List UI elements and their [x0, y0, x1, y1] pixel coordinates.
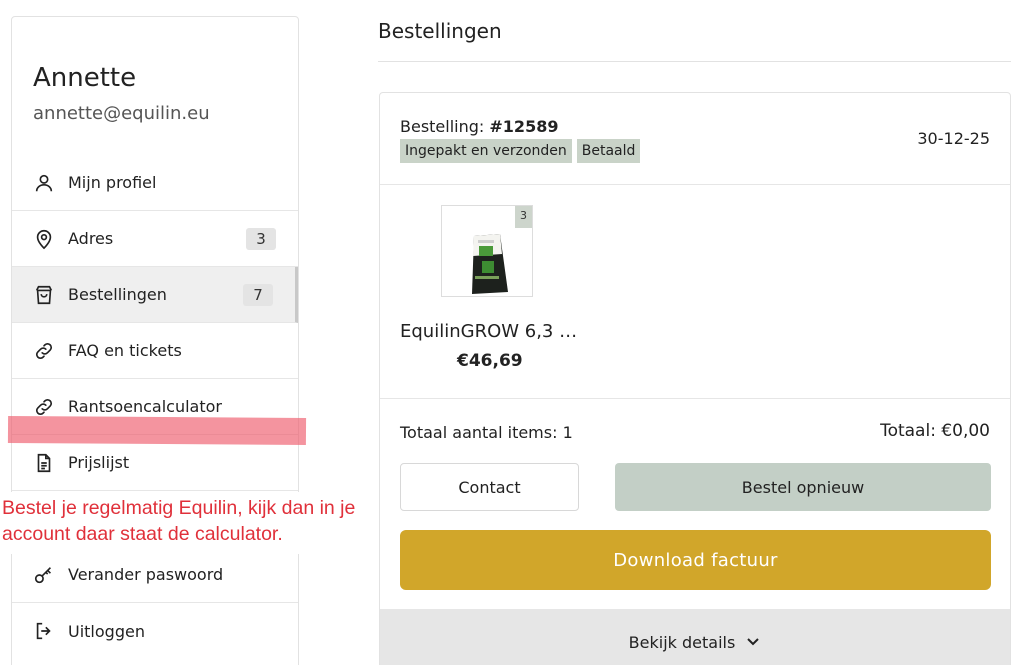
- order-number-value: #12589: [489, 117, 559, 136]
- product-name[interactable]: EquilinGROW 6,3 …: [400, 321, 577, 342]
- nav-item-profile[interactable]: Mijn profiel: [12, 155, 298, 211]
- page-title: Bestellingen: [378, 19, 502, 43]
- link-icon: [32, 395, 56, 419]
- nav-item-faq[interactable]: FAQ en tickets: [12, 323, 298, 379]
- account-email: annette@equilin.eu: [33, 103, 210, 124]
- order-card: Bestelling: #12589 Ingepakt en verzonden…: [379, 92, 1011, 665]
- nav-item-label: Uitloggen: [68, 621, 145, 641]
- account-sidebar: Annette annette@equilin.eu Mijn profiel …: [11, 16, 299, 665]
- account-name: Annette: [33, 63, 137, 93]
- order-number: Bestelling: #12589: [400, 117, 558, 136]
- address-count-badge: 3: [246, 228, 276, 250]
- nav-item-logout[interactable]: Uitloggen: [12, 603, 298, 659]
- nav-item-label: FAQ en tickets: [68, 341, 182, 360]
- status-badge: Ingepakt en verzonden: [400, 139, 572, 163]
- logout-icon: [32, 619, 56, 643]
- product-thumbnail[interactable]: 3: [441, 205, 533, 297]
- annotation-note: Bestel je regelmatig Equilin, kijk dan i…: [2, 497, 356, 545]
- product-price: €46,69: [457, 351, 523, 371]
- contact-button[interactable]: Contact: [400, 463, 579, 511]
- nav-item-change-password[interactable]: Verander paswoord: [12, 547, 298, 603]
- view-details-label: Bekijk details: [628, 633, 736, 652]
- nav-item-label: Prijslijst: [68, 453, 130, 472]
- order-date: 30-12-25: [917, 129, 990, 148]
- nav-item-label: Bestellingen: [68, 285, 167, 304]
- total-items-count: Totaal aantal items: 1: [400, 423, 573, 442]
- nav-item-label: Verander paswoord: [68, 565, 224, 584]
- nav-item-label: Rantsoencalculator: [68, 397, 222, 416]
- nav-item-label: Adres: [68, 229, 114, 248]
- title-divider: [378, 61, 1011, 62]
- quantity-badge: 3: [515, 206, 532, 228]
- account-nav: Mijn profiel Adres 3 Bestellingen 7 FAQ …: [12, 155, 298, 659]
- location-pin-icon: [32, 227, 56, 251]
- user-icon: [32, 171, 56, 195]
- view-details-button[interactable]: Bekijk details: [380, 609, 1010, 665]
- highlight-marker: [7, 415, 307, 446]
- nav-item-label: Mijn profiel: [68, 173, 157, 192]
- key-icon: [32, 563, 56, 587]
- chevron-down-icon: [745, 633, 761, 665]
- nav-item-orders[interactable]: Bestellingen 7: [12, 267, 298, 323]
- reorder-button[interactable]: Bestel opnieuw: [615, 463, 991, 511]
- order-status-badges: Ingepakt en verzonden Betaald: [400, 139, 641, 163]
- order-header: Bestelling: #12589 Ingepakt en verzonden…: [380, 93, 1010, 185]
- order-totals: Totaal aantal items: 1 Totaal: €0,00 Con…: [380, 399, 1010, 609]
- document-icon: [32, 451, 56, 475]
- download-invoice-button[interactable]: Download factuur: [400, 530, 991, 590]
- orders-count-badge: 7: [243, 284, 273, 306]
- order-number-label: Bestelling:: [400, 117, 485, 136]
- shopping-bag-icon: [32, 283, 56, 307]
- nav-item-address[interactable]: Adres 3: [12, 211, 298, 267]
- status-badge: Betaald: [576, 139, 641, 163]
- link-icon: [32, 339, 56, 363]
- order-total: Totaal: €0,00: [880, 421, 990, 441]
- order-products: 3 EquilinGROW 6,3 … €46,69: [380, 185, 1010, 399]
